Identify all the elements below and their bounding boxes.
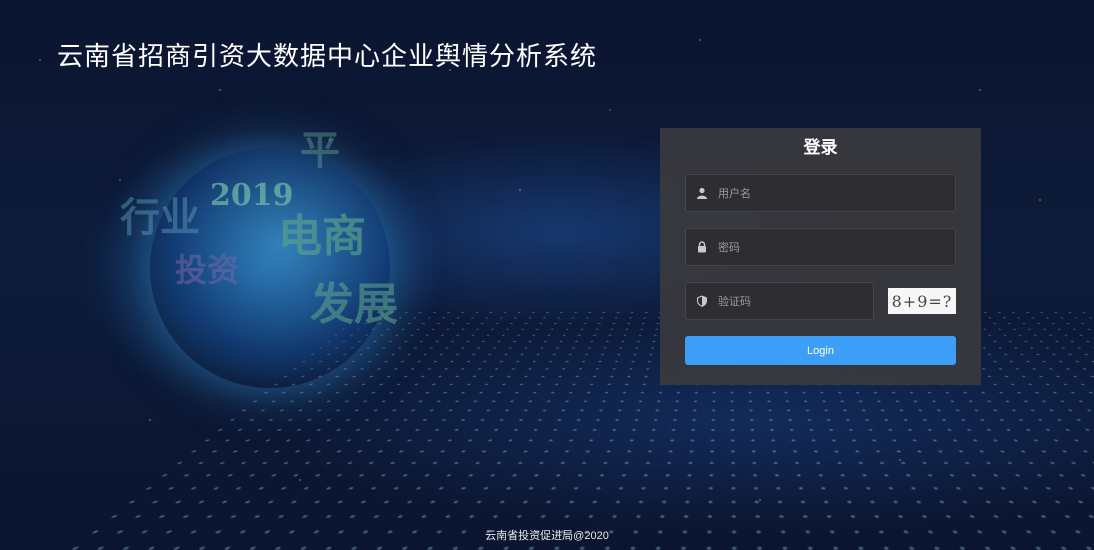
login-title: 登录 — [685, 136, 956, 166]
captcha-image[interactable]: 8+9=? — [888, 288, 956, 314]
word-cloud-term: 投资 — [175, 245, 239, 291]
captcha-row: 8+9=? — [685, 282, 956, 320]
app-title: 云南省招商引资大数据中心企业舆情分析系统 — [57, 36, 597, 73]
lock-icon — [686, 229, 718, 265]
shield-icon — [686, 283, 718, 319]
word-cloud-term: 电商 — [278, 200, 366, 264]
password-field[interactable] — [685, 228, 956, 266]
login-panel: 登录 8+9=? Login — [660, 128, 981, 385]
login-button[interactable]: Login — [685, 336, 956, 365]
word-cloud-term: 发展 — [310, 268, 398, 332]
user-icon — [686, 175, 718, 211]
captcha-input[interactable] — [718, 283, 873, 319]
password-input[interactable] — [718, 229, 955, 265]
username-input[interactable] — [718, 175, 955, 211]
captcha-field[interactable] — [685, 282, 874, 320]
word-cloud-term: 平 — [300, 118, 340, 176]
word-cloud-term: 行业 — [120, 185, 200, 243]
footer-copyright: 云南省投资促进局@2020 — [0, 527, 1094, 543]
username-field[interactable] — [685, 174, 956, 212]
